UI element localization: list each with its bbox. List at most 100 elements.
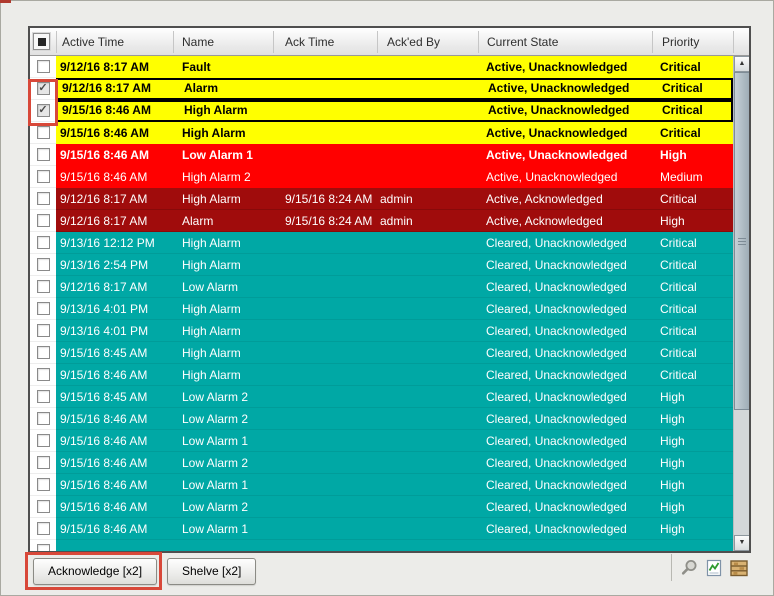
scroll-up-button[interactable]: ▲	[734, 56, 749, 72]
column-header-priority[interactable]: Priority	[662, 28, 699, 56]
row-content[interactable]: 9/13/16 4:01 PM High Alarm Cleared, Unac…	[56, 320, 733, 342]
row-content[interactable]: 9/15/16 8:46 AM High Alarm Active, Unack…	[56, 100, 733, 122]
row-content[interactable]: 9/15/16 8:46 AM Low Alarm 1 Active, Unac…	[56, 144, 733, 166]
row-content[interactable]: 9/15/16 8:46 AM High Alarm Cleared, Unac…	[56, 364, 733, 386]
shelve-button[interactable]: Shelve [x2]	[167, 558, 257, 585]
table-row[interactable]: 9/15/16 8:46 AM Low Alarm 1 Cleared, Una…	[30, 474, 749, 496]
row-content[interactable]: 9/13/16 4:01 PM High Alarm Cleared, Unac…	[56, 298, 733, 320]
column-header-name[interactable]: Name	[182, 28, 214, 56]
cell-name: Alarm	[184, 81, 219, 95]
row-checkbox[interactable]	[36, 236, 50, 249]
row-content[interactable]: 9/15/16 8:46 AM Low Alarm 1 Cleared, Una…	[56, 474, 733, 496]
table-row[interactable]: 9/13/16 4:01 PM High Alarm Cleared, Unac…	[30, 298, 749, 320]
table-row[interactable]: 9/12/16 8:17 AM High Alarm 9/15/16 8:24 …	[30, 188, 749, 210]
row-checkbox[interactable]	[36, 500, 50, 513]
row-checkbox[interactable]	[36, 522, 50, 535]
cell-name: High Alarm 2	[182, 170, 251, 184]
row-checkbox[interactable]	[36, 126, 50, 139]
search-icon[interactable]	[679, 558, 699, 578]
column-header-current-state[interactable]: Current State	[487, 28, 558, 56]
row-content[interactable]: 9/15/16 8:46 AM High Alarm Active, Unack…	[56, 122, 733, 144]
table-row[interactable]: 9/15/16 8:46 AM High Alarm Active, Unack…	[30, 122, 749, 144]
row-checkbox[interactable]	[36, 478, 50, 491]
row-checkbox[interactable]	[36, 148, 50, 161]
table-row[interactable]: 9/15/16 8:46 AM High Alarm Active, Unack…	[30, 100, 749, 122]
row-content[interactable]: 9/12/16 8:17 AM High Alarm 9/15/16 8:24 …	[56, 188, 733, 210]
row-checkbox[interactable]	[36, 170, 50, 183]
vertical-scrollbar[interactable]: ▲ ▼	[733, 56, 749, 551]
row-content[interactable]: 9/15/16 8:46 AM Low Alarm 1 Cleared, Una…	[56, 430, 733, 452]
table-row[interactable]: 9/13/16 2:54 PM High Alarm Cleared, Unac…	[30, 254, 749, 276]
table-row[interactable]: 9/12/16 8:17 AM Low Alarm Cleared, Unack…	[30, 276, 749, 298]
table-row[interactable]: 9/15/16 8:45 AM High Alarm Cleared, Unac…	[30, 342, 749, 364]
cell-active-time: 9/12/16 8:17 AM	[60, 60, 149, 74]
table-row[interactable]: 9/15/16 8:45 AM Low Alarm 2 Cleared, Una…	[30, 386, 749, 408]
cell-acked-by: admin	[380, 214, 413, 228]
row-content[interactable]: 9/12/16 8:17 AM Alarm 9/15/16 8:24 AM ad…	[56, 210, 733, 232]
cell-active-time: 9/13/16 4:01 PM	[60, 302, 149, 316]
row-content[interactable]: 9/15/16 8:45 AM Low Alarm 2 Cleared, Una…	[56, 386, 733, 408]
column-header-ack-time[interactable]: Ack Time	[285, 28, 334, 56]
row-content[interactable]: 9/15/16 8:46 AM Low Alarm 2 Cleared, Una…	[56, 496, 733, 518]
shelf-icon[interactable]	[729, 558, 749, 578]
cell-name: Low Alarm 2	[182, 412, 249, 426]
row-content[interactable]: 9/13/16 2:54 PM High Alarm Cleared, Unac…	[56, 254, 733, 276]
crop-artifact	[0, 0, 11, 3]
table-row[interactable]: 9/15/16 8:46 AM Low Alarm 2 Cleared, Una…	[30, 496, 749, 518]
excel-export-icon[interactable]	[704, 558, 724, 578]
column-header-acked-by[interactable]: Ack'ed By	[387, 28, 440, 56]
table-row[interactable]: 9/15/16 8:46 AM High Alarm 2 Active, Una…	[30, 166, 749, 188]
row-checkbox[interactable]	[36, 390, 50, 403]
row-checkbox[interactable]	[36, 60, 50, 73]
row-content[interactable]: 9/15/16 8:46 AM High Alarm 2 Active, Una…	[56, 166, 733, 188]
scroll-down-button[interactable]: ▼	[734, 535, 749, 551]
row-content[interactable]: 9/15/16 8:45 AM High Alarm Cleared, Unac…	[56, 342, 733, 364]
cell-name: High Alarm	[182, 258, 241, 272]
column-header-active-time[interactable]: Active Time	[62, 28, 124, 56]
scrollbar-thumb[interactable]	[734, 72, 749, 410]
row-checkbox[interactable]	[36, 456, 50, 469]
cell-priority: High	[660, 522, 685, 536]
row-checkbox-cell	[30, 210, 56, 232]
table-row[interactable]: 9/13/16 4:01 PM High Alarm Cleared, Unac…	[30, 320, 749, 342]
cell-priority: High	[660, 434, 685, 448]
row-checkbox-cell	[30, 518, 56, 540]
row-checkbox[interactable]	[36, 280, 50, 293]
row-content[interactable]: 9/15/16 8:46 AM Low Alarm 1 Cleared, Una…	[56, 518, 733, 540]
cell-name: Alarm	[182, 214, 214, 228]
cell-name: Low Alarm 1	[182, 522, 249, 536]
table-row[interactable]: 9/15/16 8:46 AM Low Alarm 1 Cleared, Una…	[30, 430, 749, 452]
table-row[interactable]: 9/15/16 8:46 AM High Alarm Cleared, Unac…	[30, 364, 749, 386]
cell-priority: Medium	[660, 170, 703, 184]
row-checkbox[interactable]	[36, 214, 50, 227]
row-content[interactable]: 9/13/16 12:12 PM High Alarm Cleared, Una…	[56, 232, 733, 254]
table-row[interactable]: 9/15/16 8:46 AM Low Alarm 2 Cleared, Una…	[30, 408, 749, 430]
row-content[interactable]: 9/15/16 8:46 AM Low Alarm 2 Cleared, Una…	[56, 452, 733, 474]
row-checkbox[interactable]	[36, 324, 50, 337]
cell-active-time: 9/15/16 8:46 AM	[60, 148, 149, 162]
table-row[interactable]: 9/13/16 12:12 PM High Alarm Cleared, Una…	[30, 232, 749, 254]
cell-active-time: 9/15/16 8:46 AM	[60, 368, 148, 382]
table-row[interactable]: 9/12/16 8:17 AM Alarm Active, Unacknowle…	[30, 78, 749, 100]
row-checkbox-cell	[30, 386, 56, 408]
table-row[interactable]: 9/15/16 8:46 AM Low Alarm 2 Cleared, Una…	[30, 452, 749, 474]
table-row[interactable]: 9/15/16 8:46 AM Low Alarm 1 Cleared, Una…	[30, 518, 749, 540]
row-checkbox[interactable]	[36, 434, 50, 447]
select-all-checkbox[interactable]	[33, 33, 50, 50]
row-checkbox[interactable]	[36, 302, 50, 315]
checkbox-highlight-annotation	[28, 79, 58, 126]
row-checkbox[interactable]	[36, 412, 50, 425]
table-row[interactable]: 9/15/16 8:46 AM Low Alarm 1 Active, Unac…	[30, 144, 749, 166]
row-content[interactable]: 9/12/16 8:17 AM Alarm Active, Unacknowle…	[56, 78, 733, 100]
row-checkbox-cell	[30, 254, 56, 276]
row-checkbox[interactable]	[36, 192, 50, 205]
row-content[interactable]: 9/12/16 8:17 AM Fault Active, Unacknowle…	[56, 56, 733, 78]
row-checkbox[interactable]	[36, 258, 50, 271]
row-content[interactable]: 9/12/16 8:17 AM Low Alarm Cleared, Unack…	[56, 276, 733, 298]
table-row[interactable]: 9/12/16 8:17 AM Fault Active, Unacknowle…	[30, 56, 749, 78]
row-checkbox[interactable]	[36, 368, 50, 381]
row-checkbox-cell	[30, 276, 56, 298]
row-content[interactable]: 9/15/16 8:46 AM Low Alarm 2 Cleared, Una…	[56, 408, 733, 430]
row-checkbox[interactable]	[36, 346, 50, 359]
table-row[interactable]: 9/12/16 8:17 AM Alarm 9/15/16 8:24 AM ad…	[30, 210, 749, 232]
